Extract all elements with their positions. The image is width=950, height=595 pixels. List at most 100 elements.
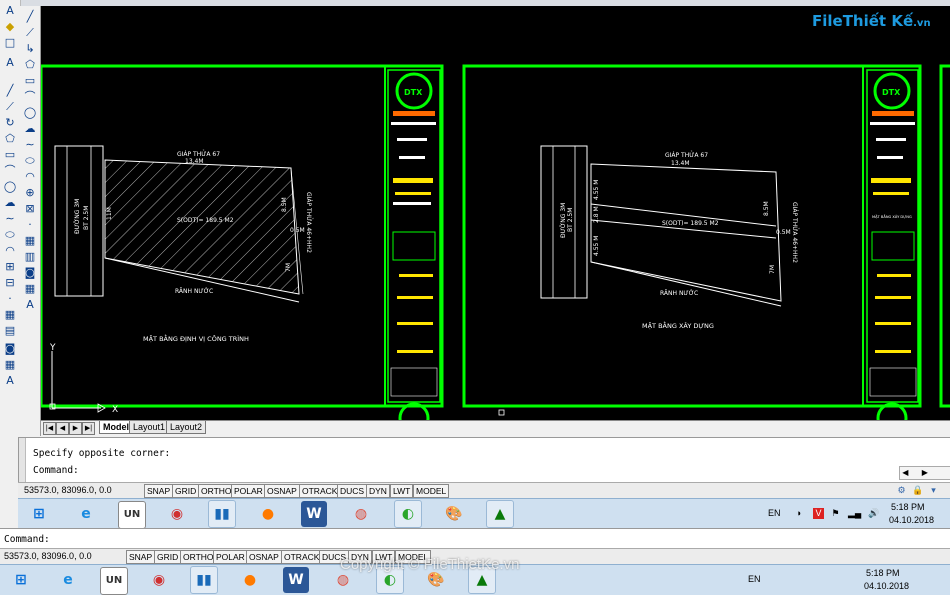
gradient-icon[interactable]: ▥ <box>23 250 37 264</box>
tab-layout2[interactable]: Layout2 <box>166 421 207 434</box>
duplicate-osnap-button[interactable]: OSNAP <box>246 550 282 564</box>
next-tab-button[interactable]: ▶ <box>69 422 82 435</box>
drawing-canvas[interactable]: GIÁP THỬA 67 13.4M ĐƯỜNG 3M BT 2.5M 11M … <box>41 6 950 420</box>
arc-icon[interactable]: ↻ <box>3 116 17 130</box>
unikey-icon[interactable]: UN <box>118 501 146 529</box>
ellipse-arc-icon[interactable]: ◠ <box>3 244 17 258</box>
firefox-icon[interactable]: ● <box>255 501 281 527</box>
comm-center-icon[interactable]: ⚙ <box>896 485 907 496</box>
network-icon[interactable]: ▂▄ <box>848 508 861 519</box>
rectangle-icon[interactable]: ▭ <box>3 148 17 162</box>
gradient-icon[interactable]: ▤ <box>3 324 17 338</box>
duplicate-firefox-icon[interactable]: ● <box>237 567 263 593</box>
table-icon[interactable]: ▦ <box>23 282 37 296</box>
rectangle-icon[interactable]: ▭ <box>23 74 37 88</box>
prev-tab-button[interactable]: ◀ <box>56 422 69 435</box>
mtext-icon[interactable]: A <box>23 298 37 312</box>
duplicate-polar-button[interactable]: POLAR <box>213 550 248 564</box>
vietkey-icon[interactable]: V <box>813 508 824 519</box>
toggle-icon[interactable]: ◑ <box>793 508 804 519</box>
revcloud-icon[interactable]: ☁ <box>3 196 17 210</box>
line-icon[interactable]: ╱ <box>23 10 37 24</box>
duplicate-ortho-button[interactable]: ORTHO <box>180 550 217 564</box>
antivirus-icon[interactable]: ⚑ <box>830 508 841 519</box>
first-tab-button[interactable]: |◀ <box>43 422 56 435</box>
duplicate-clock-date[interactable]: 04.10.2018 <box>864 581 909 591</box>
circle-icon[interactable]: ◯ <box>23 106 37 120</box>
word-icon[interactable]: W <box>301 501 327 527</box>
command-grip[interactable] <box>19 438 26 482</box>
duplicate-media-icon[interactable]: ◉ <box>146 567 172 593</box>
language-indicator[interactable]: EN <box>768 508 781 518</box>
otrack-button[interactable]: OTRACK <box>299 484 341 498</box>
duplicate-start-button[interactable]: ⊞ <box>8 567 34 593</box>
tab-model[interactable]: Model <box>99 421 133 434</box>
hatch-icon[interactable]: ▦ <box>23 234 37 248</box>
polyline-icon[interactable]: ↳ <box>23 42 37 56</box>
text-style-icon[interactable]: A <box>3 4 17 18</box>
arc2-icon[interactable]: ⌒ <box>3 164 17 178</box>
insert-block-icon[interactable]: ⊞ <box>3 260 17 274</box>
clock-time[interactable]: 5:18 PM <box>891 502 925 512</box>
command-prompt[interactable]: Command: <box>33 465 79 476</box>
region-icon[interactable]: ◙ <box>3 342 17 356</box>
make-block-icon[interactable]: ⊟ <box>3 276 17 290</box>
duplicate-word-icon[interactable]: W <box>283 567 309 593</box>
polar-button[interactable]: POLAR <box>231 484 266 498</box>
duplicate-otrack-button[interactable]: OTRACK <box>281 550 323 564</box>
layer-icon[interactable]: ◆ <box>3 20 17 34</box>
duplicate-files-icon[interactable]: ▮▮ <box>190 566 218 594</box>
autocad-icon[interactable]: ▲ <box>486 500 514 528</box>
revcloud-icon[interactable]: ☁ <box>23 122 37 136</box>
region-icon[interactable]: ◙ <box>23 266 37 280</box>
arc-icon[interactable]: ⌒ <box>23 90 37 104</box>
grid-button[interactable]: GRID <box>172 484 200 498</box>
duplicate-unikey-icon[interactable]: UN <box>100 567 128 595</box>
line-icon[interactable]: ╱ <box>3 84 17 98</box>
snap-button[interactable]: SNAP <box>144 484 174 498</box>
ellipse-icon[interactable]: ⬭ <box>23 154 37 168</box>
circle-icon[interactable]: ◯ <box>3 180 17 194</box>
autocad-classic-icon[interactable]: ◐ <box>394 500 422 528</box>
hatch-icon[interactable]: ▦ <box>3 308 17 322</box>
ortho-button[interactable]: ORTHO <box>198 484 235 498</box>
mtext-icon[interactable]: A <box>3 374 17 388</box>
construction-line-icon[interactable]: ⟋ <box>23 26 37 40</box>
duplicate-command-prompt[interactable]: Command: <box>4 534 50 545</box>
tab-layout1[interactable]: Layout1 <box>129 421 170 434</box>
duplicate-snap-button[interactable]: SNAP <box>126 550 156 564</box>
duplicate-language-indicator[interactable]: EN <box>748 574 761 584</box>
point-icon[interactable]: · <box>23 218 37 232</box>
toolbar-lock-icon[interactable]: ▾ <box>928 485 939 496</box>
spline-icon[interactable]: ∼ <box>23 138 37 152</box>
duplicate-grid-button[interactable]: GRID <box>154 550 182 564</box>
lock-icon[interactable]: 🔒 <box>912 485 923 496</box>
insert-block-icon[interactable]: ⊕ <box>23 186 37 200</box>
command-window[interactable]: Specify opposite corner: Command: ◀ ▶ <box>18 437 950 485</box>
media-icon[interactable]: ◉ <box>164 501 190 527</box>
square-icon[interactable]: □ <box>3 36 17 50</box>
duplicate-ie-icon[interactable]: e <box>55 567 81 593</box>
chrome-icon[interactable]: ◍ <box>348 501 374 527</box>
duplicate-clock-time[interactable]: 5:18 PM <box>866 568 900 578</box>
point-icon[interactable]: · <box>3 292 17 306</box>
spline-icon[interactable]: ∼ <box>3 212 17 226</box>
model-button[interactable]: MODEL <box>413 484 450 498</box>
polygon-icon[interactable]: ⬠ <box>3 132 17 146</box>
last-tab-button[interactable]: ▶| <box>82 422 95 435</box>
osnap-button[interactable]: OSNAP <box>264 484 300 498</box>
files-icon[interactable]: ▮▮ <box>208 500 236 528</box>
ie-icon[interactable]: e <box>73 501 99 527</box>
ducs-button[interactable]: DUCS <box>337 484 368 498</box>
start-button[interactable]: ⊞ <box>26 501 52 527</box>
polyline-icon[interactable]: ⟋ <box>3 100 17 114</box>
ellipse-arc-icon[interactable]: ◠ <box>23 170 37 184</box>
ellipse-icon[interactable]: ⬭ <box>3 228 17 242</box>
dyn-button[interactable]: DYN <box>366 484 390 498</box>
polygon-icon[interactable]: ⬠ <box>23 58 37 72</box>
command-scrollbar[interactable]: ◀ ▶ <box>899 466 950 480</box>
table-icon[interactable]: ▦ <box>3 358 17 372</box>
text-icon[interactable]: A <box>3 56 17 70</box>
make-block-icon[interactable]: ⊠ <box>23 202 37 216</box>
lwt-button[interactable]: LWT <box>390 484 414 498</box>
